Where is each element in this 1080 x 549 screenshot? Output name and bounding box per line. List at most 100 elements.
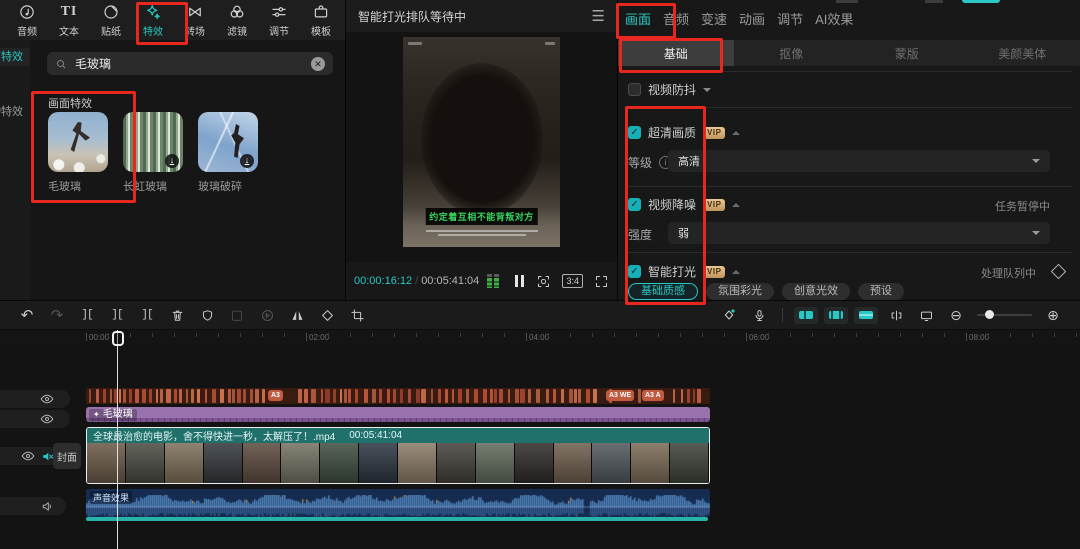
time-separator bbox=[415, 275, 418, 287]
zoom-out-icon[interactable] bbox=[941, 307, 971, 324]
clear-search-icon[interactable] bbox=[311, 57, 325, 71]
audio-track-clip[interactable]: 声音效果 bbox=[86, 489, 710, 517]
chevron-up-icon[interactable] bbox=[732, 127, 740, 135]
diamond-indicator-icon bbox=[1051, 264, 1067, 280]
link-toggle[interactable] bbox=[854, 307, 878, 324]
track-split-icon[interactable] bbox=[881, 308, 911, 323]
pill-presets[interactable]: 预设 bbox=[858, 283, 904, 300]
tab-picture[interactable]: 画面 bbox=[625, 9, 651, 28]
playhead-handle[interactable] bbox=[112, 331, 124, 346]
freeze-frame-icon[interactable] bbox=[222, 307, 252, 323]
pill-basic-texture[interactable]: 基础质感 bbox=[628, 283, 698, 300]
redo-icon[interactable] bbox=[42, 306, 72, 324]
hd-level-dropdown[interactable]: 高清 bbox=[668, 150, 1050, 172]
split-icon[interactable] bbox=[72, 309, 102, 321]
effects-search-box[interactable] bbox=[47, 52, 333, 75]
chevron-down-icon bbox=[1032, 231, 1040, 239]
divider bbox=[626, 107, 1072, 108]
subtab-basic[interactable]: 基础 bbox=[618, 40, 734, 66]
preview-axis-icon[interactable] bbox=[911, 308, 941, 323]
toolbar-item-effects[interactable]: 特效 bbox=[132, 2, 174, 38]
vip-badge: VIP bbox=[703, 266, 725, 278]
toolbar-item-template[interactable]: 模板 bbox=[300, 2, 342, 38]
tab-ai-effects[interactable]: AI效果 bbox=[815, 9, 853, 28]
microphone-icon[interactable] bbox=[744, 308, 774, 323]
mirror-icon[interactable] bbox=[282, 308, 312, 323]
effect-track-clip[interactable]: 毛玻璃 bbox=[86, 407, 710, 422]
denoise-checkbox[interactable] bbox=[628, 198, 641, 211]
toolbar-item-sticker[interactable]: 贴纸 bbox=[90, 2, 132, 38]
subtab-beauty[interactable]: 美颜美体 bbox=[965, 40, 1080, 66]
video-preview-frame[interactable]: 约定着互相不能背叛对方 bbox=[403, 37, 560, 247]
strength-row: 强度 bbox=[628, 226, 652, 243]
search-input[interactable] bbox=[73, 56, 305, 72]
small-caption-line bbox=[426, 230, 538, 232]
subtab-cutout[interactable]: 抠像 bbox=[734, 40, 850, 66]
cover-button[interactable]: 封面 bbox=[53, 443, 81, 469]
speaker-icon[interactable] bbox=[41, 500, 54, 513]
chevron-up-icon[interactable] bbox=[732, 199, 740, 207]
timeline-ruler[interactable]: 00:0002:0004:0006:0008:00 bbox=[0, 330, 1080, 346]
auto-ripple-toggle[interactable] bbox=[824, 307, 848, 324]
hd-quality-checkbox[interactable] bbox=[628, 126, 641, 139]
toolbar-label: 滤镜 bbox=[227, 23, 247, 38]
effect-card-shattered-glass[interactable]: 玻璃破碎 bbox=[198, 112, 258, 194]
tab-speed[interactable]: 变速 bbox=[701, 9, 727, 28]
timeline-zoom-slider[interactable] bbox=[977, 314, 1032, 316]
strength-dropdown[interactable]: 弱 bbox=[668, 222, 1050, 244]
toolbar-item-audio[interactable]: 音频 bbox=[6, 2, 48, 38]
pause-button[interactable] bbox=[515, 275, 524, 287]
track-visibility-control bbox=[0, 390, 70, 408]
magnetic-snap-toggle[interactable] bbox=[794, 307, 818, 324]
toolbar-item-adjust[interactable]: 调节 bbox=[258, 2, 300, 38]
eye-icon[interactable] bbox=[40, 412, 54, 426]
relight-checkbox[interactable] bbox=[628, 265, 641, 278]
split-right-icon[interactable] bbox=[132, 309, 162, 321]
keyframe-icon[interactable] bbox=[714, 307, 744, 323]
zoom-slider-knob[interactable] bbox=[985, 310, 994, 319]
effects-category-rail: 画面特效 人物特效 bbox=[0, 40, 30, 300]
eye-icon[interactable] bbox=[40, 392, 54, 406]
pill-ambient-light[interactable]: 氛围彩光 bbox=[706, 283, 774, 300]
relight-label: 智能打光 bbox=[648, 263, 696, 280]
reverse-play-icon[interactable] bbox=[252, 308, 282, 323]
aspect-ratio-button[interactable]: 3:4 bbox=[562, 274, 583, 288]
tab-audio[interactable]: 音频 bbox=[663, 9, 689, 28]
template-icon bbox=[312, 2, 330, 21]
eye-icon[interactable] bbox=[21, 449, 35, 463]
toolbar-item-text[interactable]: 文本 bbox=[48, 2, 90, 38]
zoom-in-icon[interactable] bbox=[1038, 307, 1068, 324]
toolbar-label: 模板 bbox=[311, 23, 331, 38]
tab-adjust[interactable]: 调节 bbox=[777, 9, 803, 28]
toolbar-item-filter[interactable]: 滤镜 bbox=[216, 2, 258, 38]
pill-creative-light[interactable]: 创意光效 bbox=[782, 283, 850, 300]
focus-frame-icon[interactable] bbox=[536, 274, 551, 289]
inspector-subtabs: 基础 抠像 蒙版 美颜美体 bbox=[618, 40, 1080, 66]
fullscreen-icon[interactable] bbox=[594, 274, 609, 289]
chevron-down-icon[interactable] bbox=[703, 88, 711, 96]
video-track-clip[interactable]: 全球最治愈的电影，舍不得快进一秒，太解压了！.mp4 00:05:41:04 bbox=[86, 427, 710, 484]
rail-item-person-effects[interactable]: 人物特效 bbox=[0, 103, 30, 121]
delete-icon[interactable] bbox=[162, 308, 192, 323]
preview-menu-icon[interactable] bbox=[592, 7, 605, 25]
effect-card-ribbed-glass[interactable]: 长虹玻璃 bbox=[123, 112, 183, 194]
subtab-mask[interactable]: 蒙版 bbox=[849, 40, 965, 66]
tab-animation[interactable]: 动画 bbox=[739, 9, 765, 28]
text-track-clip[interactable]: A3A3 WEA3 A bbox=[86, 388, 710, 404]
split-left-icon[interactable] bbox=[102, 309, 132, 321]
text-clip-badge: A3 WE bbox=[606, 390, 634, 401]
video-filmstrip bbox=[87, 443, 709, 483]
audio-accent-strip bbox=[86, 517, 708, 521]
chevron-up-icon[interactable] bbox=[732, 266, 740, 274]
stabilize-checkbox[interactable] bbox=[628, 83, 641, 96]
undo-icon[interactable] bbox=[12, 306, 42, 324]
mask-shield-icon[interactable] bbox=[192, 308, 222, 323]
crop-icon[interactable] bbox=[342, 308, 372, 323]
hd-quality-label: 超清画质 bbox=[648, 124, 696, 141]
effect-card-frosted-glass[interactable]: 毛玻璃 bbox=[48, 112, 108, 194]
preview-controls-bar: 00:00:16:12 00:05:41:04 3:4 bbox=[346, 262, 617, 300]
rotate-icon[interactable] bbox=[312, 308, 342, 323]
toolbar-item-transition[interactable]: 转场 bbox=[174, 2, 216, 38]
rail-item-screen-effects[interactable]: 画面特效 bbox=[0, 48, 30, 66]
effect-thumbnail bbox=[198, 112, 258, 172]
